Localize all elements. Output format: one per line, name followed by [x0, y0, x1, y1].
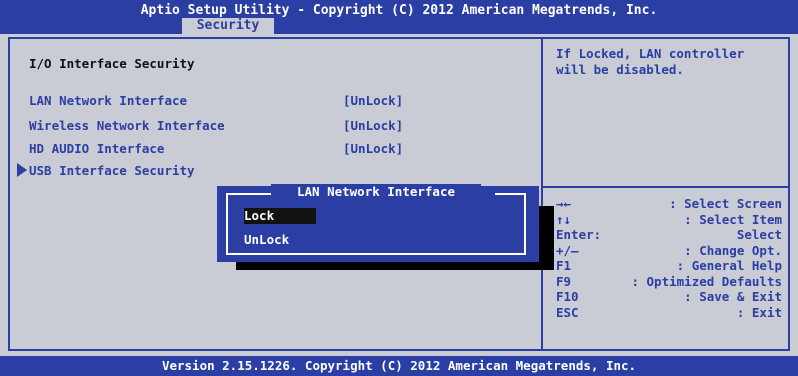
popup-option-unlock[interactable]: UnLock: [244, 232, 289, 248]
popup-border-top-left: [226, 193, 272, 195]
key-select-screen: →←: Select Screen: [556, 196, 782, 211]
key-change-opt: +/—: Change Opt.: [556, 242, 782, 258]
vertical-divider: [541, 37, 543, 351]
submenu-arrow-icon: [17, 163, 27, 177]
help-line-1: If Locked, LAN controller: [556, 46, 745, 61]
popup-option-lock[interactable]: Lock: [244, 208, 316, 224]
tab-security[interactable]: Security: [182, 18, 274, 34]
popup-border-top-right: [495, 193, 526, 195]
setting-lan-network-interface[interactable]: LAN Network Interface: [29, 93, 187, 108]
key-general-help: F1: General Help: [556, 258, 782, 273]
setting-wireless-network-interface-value[interactable]: [UnLock]: [343, 118, 403, 133]
key-enter: Enter: Select: [556, 227, 782, 242]
setting-wireless-network-interface[interactable]: Wireless Network Interface: [29, 118, 225, 133]
key-exit: ESC: Exit: [556, 304, 782, 320]
help-line-2: will be disabled.: [556, 62, 684, 77]
setting-hd-audio-interface[interactable]: HD AUDIO Interface: [29, 141, 164, 156]
section-title: I/O Interface Security: [29, 56, 195, 71]
setting-hd-audio-interface-value[interactable]: [UnLock]: [343, 141, 403, 156]
help-text: If Locked, LAN controller will be disabl…: [556, 46, 744, 78]
key-legend: →←: Select Screen ↑↓: Select Item Enter:…: [556, 196, 782, 320]
submenu-usb-interface-security[interactable]: USB Interface Security: [17, 163, 195, 178]
help-separator: [543, 186, 790, 188]
key-select-item: ↑↓: Select Item: [556, 211, 782, 227]
title-bar: Aptio Setup Utility - Copyright (C) 2012…: [0, 0, 798, 34]
footer-version: Version 2.15.1226. Copyright (C) 2012 Am…: [0, 356, 798, 376]
popup-title: LAN Network Interface: [271, 184, 481, 200]
setting-lan-network-interface-value[interactable]: [UnLock]: [343, 93, 403, 108]
bios-screen: Aptio Setup Utility - Copyright (C) 2012…: [0, 0, 798, 376]
key-save-exit: F10: Save & Exit: [556, 289, 782, 304]
title-text: Aptio Setup Utility - Copyright (C) 2012…: [140, 3, 658, 18]
submenu-label: USB Interface Security: [29, 163, 195, 178]
lan-network-interface-popup: LAN Network Interface Lock UnLock: [217, 184, 539, 262]
key-optimized-defaults: F9: Optimized Defaults: [556, 273, 782, 289]
